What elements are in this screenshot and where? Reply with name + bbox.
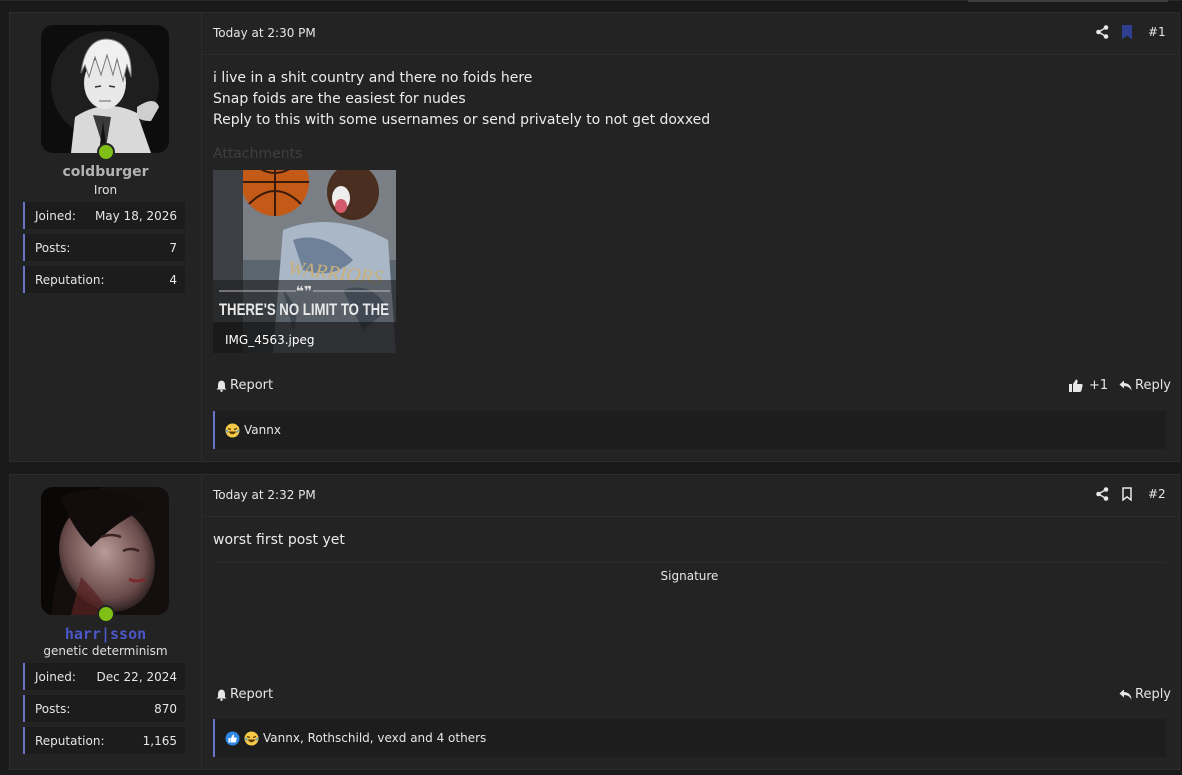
top-divider xyxy=(0,0,1182,2)
post-2-body: worst first post yet xyxy=(213,530,345,551)
online-status-indicator xyxy=(97,605,115,623)
stat-value: Dec 22, 2024 xyxy=(96,670,177,684)
post-1-reply-button[interactable]: Reply xyxy=(1119,378,1171,393)
body-line: Snap foids are the easiest for nudes xyxy=(213,91,466,107)
post-2-reactions-bar[interactable]: Vannx, Rothschild, vexd and 4 others xyxy=(213,719,1166,757)
post-1-user-column: coldburger Iron Joined: May 18, 2026 Pos… xyxy=(10,13,202,461)
reactions-users[interactable]: Vannx, Rothschild, vexd and 4 others xyxy=(263,731,486,745)
stat-value: 4 xyxy=(169,273,177,287)
post-2-user-title: genetic determinism xyxy=(43,644,168,658)
stat-label: Posts: xyxy=(35,241,71,255)
post-1-report-button[interactable]: Report xyxy=(216,378,273,393)
stat-label: Joined: xyxy=(35,209,76,223)
reply-icon xyxy=(1119,380,1132,391)
bookmark-icon[interactable] xyxy=(1122,25,1132,39)
post-2-stat-reputation: Reputation: 1,165 xyxy=(23,727,185,754)
stat-value: 7 xyxy=(169,241,177,255)
post-1-user-title: Iron xyxy=(93,183,118,197)
stat-label: Reputation: xyxy=(35,734,105,748)
bookmark-icon[interactable] xyxy=(1122,487,1132,501)
laughing-emoji-icon xyxy=(225,423,240,437)
laughing-emoji-icon xyxy=(244,731,259,745)
post-2-report-button[interactable]: Report xyxy=(216,687,273,702)
online-status-indicator xyxy=(97,143,115,161)
attachment-thumbnail[interactable]: WARRIORS ❝❞ THERE'S NO LIMIT TO THE IMG_… xyxy=(213,170,396,353)
post-2: harr|sson genetic determinism Joined: De… xyxy=(9,474,1180,770)
post-2-stat-joined: Joined: Dec 22, 2024 xyxy=(23,663,185,690)
stat-label: Joined: xyxy=(35,670,76,684)
post-1-stat-posts: Posts: 7 xyxy=(23,234,185,261)
body-line: i live in a shit country and there no fo… xyxy=(213,70,533,86)
post-2-avatar[interactable] xyxy=(41,487,169,623)
post-1-body: i live in a shit country and there no fo… xyxy=(213,68,710,131)
post-1-avatar[interactable] xyxy=(41,25,169,161)
attachment-caption: THERE'S NO LIMIT TO THE xyxy=(219,300,389,319)
post-2-username[interactable]: harr|sson xyxy=(10,625,201,643)
post-2-number[interactable]: #2 xyxy=(1148,487,1166,501)
reactions-users[interactable]: Vannx xyxy=(244,423,281,437)
post-2-header-divider xyxy=(201,516,1179,517)
stat-value: 870 xyxy=(154,702,177,716)
attachment-image: WARRIORS ❝❞ THERE'S NO LIMIT TO THE xyxy=(213,170,396,353)
report-label: Report xyxy=(230,687,274,702)
like-reaction-icon xyxy=(225,731,240,745)
stat-label: Posts: xyxy=(35,702,71,716)
post-1: coldburger Iron Joined: May 18, 2026 Pos… xyxy=(9,12,1180,462)
share-icon[interactable] xyxy=(1096,487,1109,501)
reply-label: Reply xyxy=(1135,378,1172,393)
post-1-like-button[interactable]: +1 xyxy=(1069,378,1108,393)
reply-label: Reply xyxy=(1135,687,1172,702)
post-1-number[interactable]: #1 xyxy=(1148,25,1166,39)
post-2-date[interactable]: Today at 2:32 PM xyxy=(213,488,316,502)
body-line: Reply to this with some usernames or sen… xyxy=(213,112,711,128)
share-icon[interactable] xyxy=(1096,25,1109,39)
body-line: worst first post yet xyxy=(213,532,345,548)
svg-text:❝❞: ❝❞ xyxy=(296,284,312,300)
post-2-reply-button[interactable]: Reply xyxy=(1119,687,1171,702)
stat-value: 1,165 xyxy=(142,734,177,748)
post-1-stat-joined: Joined: May 18, 2026 xyxy=(23,202,185,229)
like-count: +1 xyxy=(1089,378,1109,393)
reply-icon xyxy=(1119,689,1132,700)
post-1-content: Today at 2:30 PM #1 i live in a shit cou… xyxy=(201,13,1179,461)
post-2-header-actions: #2 xyxy=(1096,487,1166,503)
report-label: Report xyxy=(230,378,274,393)
stat-value: May 18, 2026 xyxy=(94,209,177,223)
post-2-stat-posts: Posts: 870 xyxy=(23,695,185,722)
post-1-header-divider xyxy=(201,54,1179,55)
post-1-reactions-bar[interactable]: Vannx xyxy=(213,411,1166,449)
thumbs-up-icon xyxy=(1069,379,1083,392)
signature-divider xyxy=(213,562,1166,563)
bell-icon xyxy=(216,380,227,392)
attachments-label: Attachments xyxy=(213,146,303,162)
attachment-filename: IMG_4563.jpeg xyxy=(225,333,315,347)
signature-label: Signature xyxy=(660,569,719,583)
post-2-content: Today at 2:32 PM #2 worst first post yet… xyxy=(201,475,1179,769)
post-1-header-actions: #1 xyxy=(1096,25,1166,41)
bell-icon xyxy=(216,689,227,701)
post-2-user-column: harr|sson genetic determinism Joined: De… xyxy=(10,475,202,769)
post-1-date[interactable]: Today at 2:30 PM xyxy=(213,26,316,40)
stat-label: Reputation: xyxy=(35,273,105,287)
post-1-username[interactable]: coldburger xyxy=(10,164,201,180)
post-1-stat-reputation: Reputation: 4 xyxy=(23,266,185,293)
